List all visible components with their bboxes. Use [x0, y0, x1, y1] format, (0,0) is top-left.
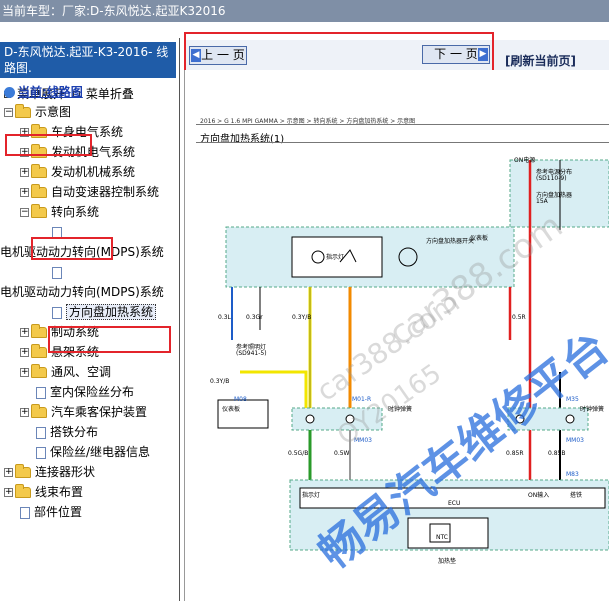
wire-label: 0.85B	[548, 450, 566, 457]
connector-mm03: MM03	[566, 437, 584, 444]
lamp-code-label: (SD941-5)	[236, 350, 267, 357]
wire-label: 0.5R	[512, 314, 526, 321]
ntc-label: NTC	[436, 534, 448, 541]
connector-m01r: M01-R	[352, 396, 372, 403]
wiring-diagram	[217, 159, 609, 551]
wire-label: 0.3Gr	[246, 314, 263, 321]
fuse-code-label: (SD110-9)	[536, 175, 567, 182]
connector-m08: M08	[234, 396, 247, 403]
ecu-label: ECU	[448, 500, 461, 507]
heating-pad-label: 加热垫	[438, 558, 457, 565]
wire-label: 0.5W	[334, 450, 350, 457]
connector-m35: M35	[566, 396, 579, 403]
connector-mm03: MM03	[354, 437, 372, 444]
wire-label: 0.3Y/B	[210, 378, 230, 385]
indicator-label: 指示灯	[326, 254, 345, 261]
wire-label: 0.85R	[506, 450, 524, 457]
clock-spring-label: 时钟弹簧	[388, 406, 413, 413]
clock-spring-label: 时钟弹簧	[580, 406, 605, 413]
fuse-amp-label: 15A	[536, 198, 548, 205]
on-input-label: ON输入	[528, 492, 550, 499]
panel-label: 仪表板	[470, 235, 489, 242]
on-power-label: ON电源	[514, 157, 536, 164]
wire-label: 0.3Y/B	[292, 314, 312, 321]
wire-label: 0.5G/B	[288, 450, 309, 457]
heater-switch-label: 方向盘加热器开关	[426, 238, 475, 245]
panel-label: 仪表板	[222, 406, 241, 413]
indicator-label: 指示灯	[302, 492, 321, 499]
wire-label: 0.3L	[218, 314, 231, 321]
ground-label: 搭铁	[570, 492, 583, 499]
connector-m83: M83	[566, 471, 579, 478]
